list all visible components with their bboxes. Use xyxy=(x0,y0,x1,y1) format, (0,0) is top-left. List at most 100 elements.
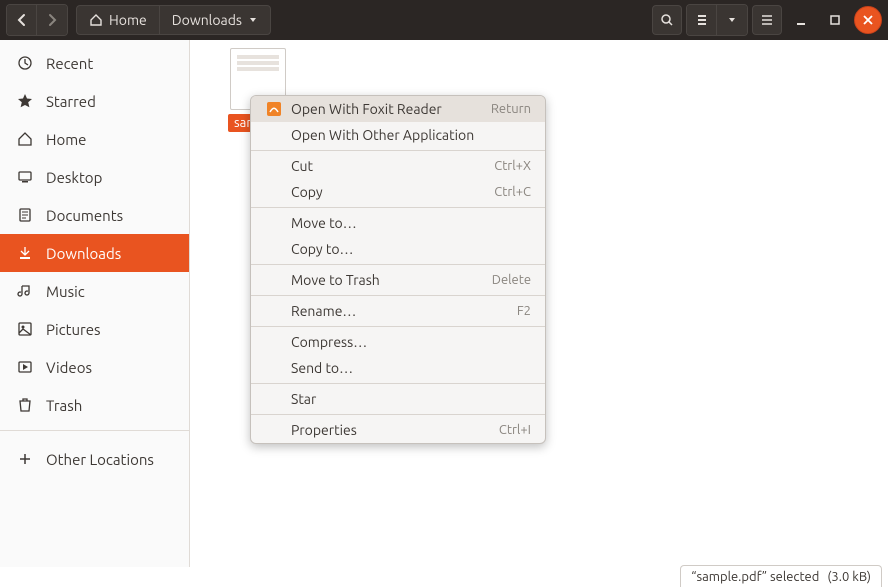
context-menu-separator xyxy=(251,326,545,327)
sidebar-item-label: Recent xyxy=(46,55,93,72)
search-icon xyxy=(660,13,674,27)
status-text: “sample.pdf” selected xyxy=(691,570,819,584)
context-menu-separator xyxy=(251,414,545,415)
window-minimize-button[interactable] xyxy=(786,5,816,35)
ctx-item-label: Open With Other Application xyxy=(291,127,531,143)
status-size: (3.0 kB) xyxy=(827,570,871,584)
nav-history xyxy=(6,4,68,36)
sidebar-item-other-locations[interactable]: Other Locations xyxy=(0,440,189,478)
sidebar-item-videos[interactable]: Videos xyxy=(0,348,189,386)
sidebar-item-starred[interactable]: Starred xyxy=(0,82,189,120)
context-menu-separator xyxy=(251,264,545,265)
ctx-item-label: Copy to… xyxy=(291,241,531,257)
sidebar-item-desktop[interactable]: Desktop xyxy=(0,158,189,196)
ctx-item-label: Properties xyxy=(291,422,491,438)
sidebar-item-label: Pictures xyxy=(46,321,101,338)
sidebar-icon xyxy=(16,169,34,185)
hamburger-icon xyxy=(760,13,774,27)
sidebar-item-downloads[interactable]: Downloads xyxy=(0,234,189,272)
ctx-item-label: Copy xyxy=(291,184,486,200)
ctx-move-to[interactable]: Move to… xyxy=(251,210,545,236)
chevron-down-icon xyxy=(248,15,258,25)
chevron-right-icon xyxy=(45,13,59,27)
ctx-compress[interactable]: Compress… xyxy=(251,329,545,355)
sidebar-icon xyxy=(16,207,34,223)
minimize-icon xyxy=(794,13,808,27)
back-button[interactable] xyxy=(7,5,37,35)
sidebar-icon xyxy=(16,397,34,413)
view-dropdown-button[interactable] xyxy=(717,5,747,35)
ctx-open-with-other-application[interactable]: Open With Other Application xyxy=(251,122,545,148)
sidebar-icon xyxy=(16,451,34,467)
ctx-item-label: Open With Foxit Reader xyxy=(291,101,483,117)
window-maximize-button[interactable] xyxy=(820,5,850,35)
path-current[interactable]: Downloads xyxy=(160,6,270,34)
context-menu: Open With Foxit Reader Return Open With Ot… xyxy=(250,95,546,444)
forward-button[interactable] xyxy=(37,5,67,35)
ctx-item-shortcut: Return xyxy=(491,102,531,116)
search-button[interactable] xyxy=(652,5,682,35)
status-bar: “sample.pdf” selected (3.0 kB) xyxy=(680,565,882,587)
sidebar-item-label: Videos xyxy=(46,359,92,376)
path-home-label: Home xyxy=(109,12,147,28)
view-list-button[interactable] xyxy=(687,5,717,35)
ctx-move-to-trash[interactable]: Move to Trash Delete xyxy=(251,267,545,293)
titlebar: Home Downloads xyxy=(0,0,888,40)
foxit-reader-icon xyxy=(265,100,283,118)
context-menu-separator xyxy=(251,150,545,151)
pathbar: Home Downloads xyxy=(76,5,271,35)
ctx-rename[interactable]: Rename… F2 xyxy=(251,298,545,324)
maximize-icon xyxy=(828,13,842,27)
sidebar-icon xyxy=(16,321,34,337)
close-icon xyxy=(862,14,874,26)
ctx-item-label: Rename… xyxy=(291,303,509,319)
ctx-open-with-foxit-reader[interactable]: Open With Foxit Reader Return xyxy=(251,96,545,122)
ctx-item-label: Cut xyxy=(291,158,486,174)
chevron-left-icon xyxy=(15,13,29,27)
sidebar: Recent Starred Home Desktop Documents Downloa… xyxy=(0,40,190,567)
ctx-item-label: Move to Trash xyxy=(291,272,484,288)
ctx-properties[interactable]: Properties Ctrl+I xyxy=(251,417,545,443)
main-area: Recent Starred Home Desktop Documents Downloa… xyxy=(0,40,888,567)
sidebar-item-label: Desktop xyxy=(46,169,102,186)
ctx-cut[interactable]: Cut Ctrl+X xyxy=(251,153,545,179)
sidebar-item-label: Other Locations xyxy=(46,451,154,468)
ctx-item-label: Compress… xyxy=(291,334,531,350)
sidebar-icon xyxy=(16,359,34,375)
ctx-copy-to[interactable]: Copy to… xyxy=(251,236,545,262)
sidebar-item-label: Downloads xyxy=(46,245,121,262)
sidebar-icon xyxy=(16,245,34,261)
sidebar-item-label: Home xyxy=(46,131,86,148)
sidebar-item-music[interactable]: Music xyxy=(0,272,189,310)
sidebar-item-trash[interactable]: Trash xyxy=(0,386,189,424)
sidebar-icon xyxy=(16,283,34,299)
home-icon xyxy=(89,13,103,27)
sidebar-item-pictures[interactable]: Pictures xyxy=(0,310,189,348)
sidebar-item-label: Starred xyxy=(46,93,96,110)
ctx-item-shortcut: Ctrl+X xyxy=(494,159,531,173)
ctx-item-shortcut: Ctrl+C xyxy=(494,185,531,199)
sidebar-item-recent[interactable]: Recent xyxy=(0,44,189,82)
chevron-down-icon xyxy=(727,15,737,25)
ctx-item-label: Send to… xyxy=(291,360,531,376)
path-home[interactable]: Home xyxy=(77,6,160,34)
sidebar-item-label: Documents xyxy=(46,207,123,224)
context-menu-separator xyxy=(251,383,545,384)
ctx-item-label: Star xyxy=(291,391,531,407)
ctx-send-to[interactable]: Send to… xyxy=(251,355,545,381)
window-close-button[interactable] xyxy=(854,6,882,34)
context-menu-separator xyxy=(251,295,545,296)
ctx-item-shortcut: Delete xyxy=(492,273,531,287)
sidebar-icon xyxy=(16,93,34,109)
ctx-copy[interactable]: Copy Ctrl+C xyxy=(251,179,545,205)
sidebar-icon xyxy=(16,55,34,71)
content-pane[interactable]: sample.pdf Open With Foxit ReaderReturnO… xyxy=(190,40,888,567)
sidebar-item-home[interactable]: Home xyxy=(0,120,189,158)
hamburger-menu-button[interactable] xyxy=(752,5,782,35)
context-menu-separator xyxy=(251,207,545,208)
sidebar-item-label: Music xyxy=(46,283,85,300)
sidebar-item-documents[interactable]: Documents xyxy=(0,196,189,234)
ctx-item-shortcut: F2 xyxy=(517,304,531,318)
ctx-star[interactable]: Star xyxy=(251,386,545,412)
ctx-item-shortcut: Ctrl+I xyxy=(499,423,531,437)
